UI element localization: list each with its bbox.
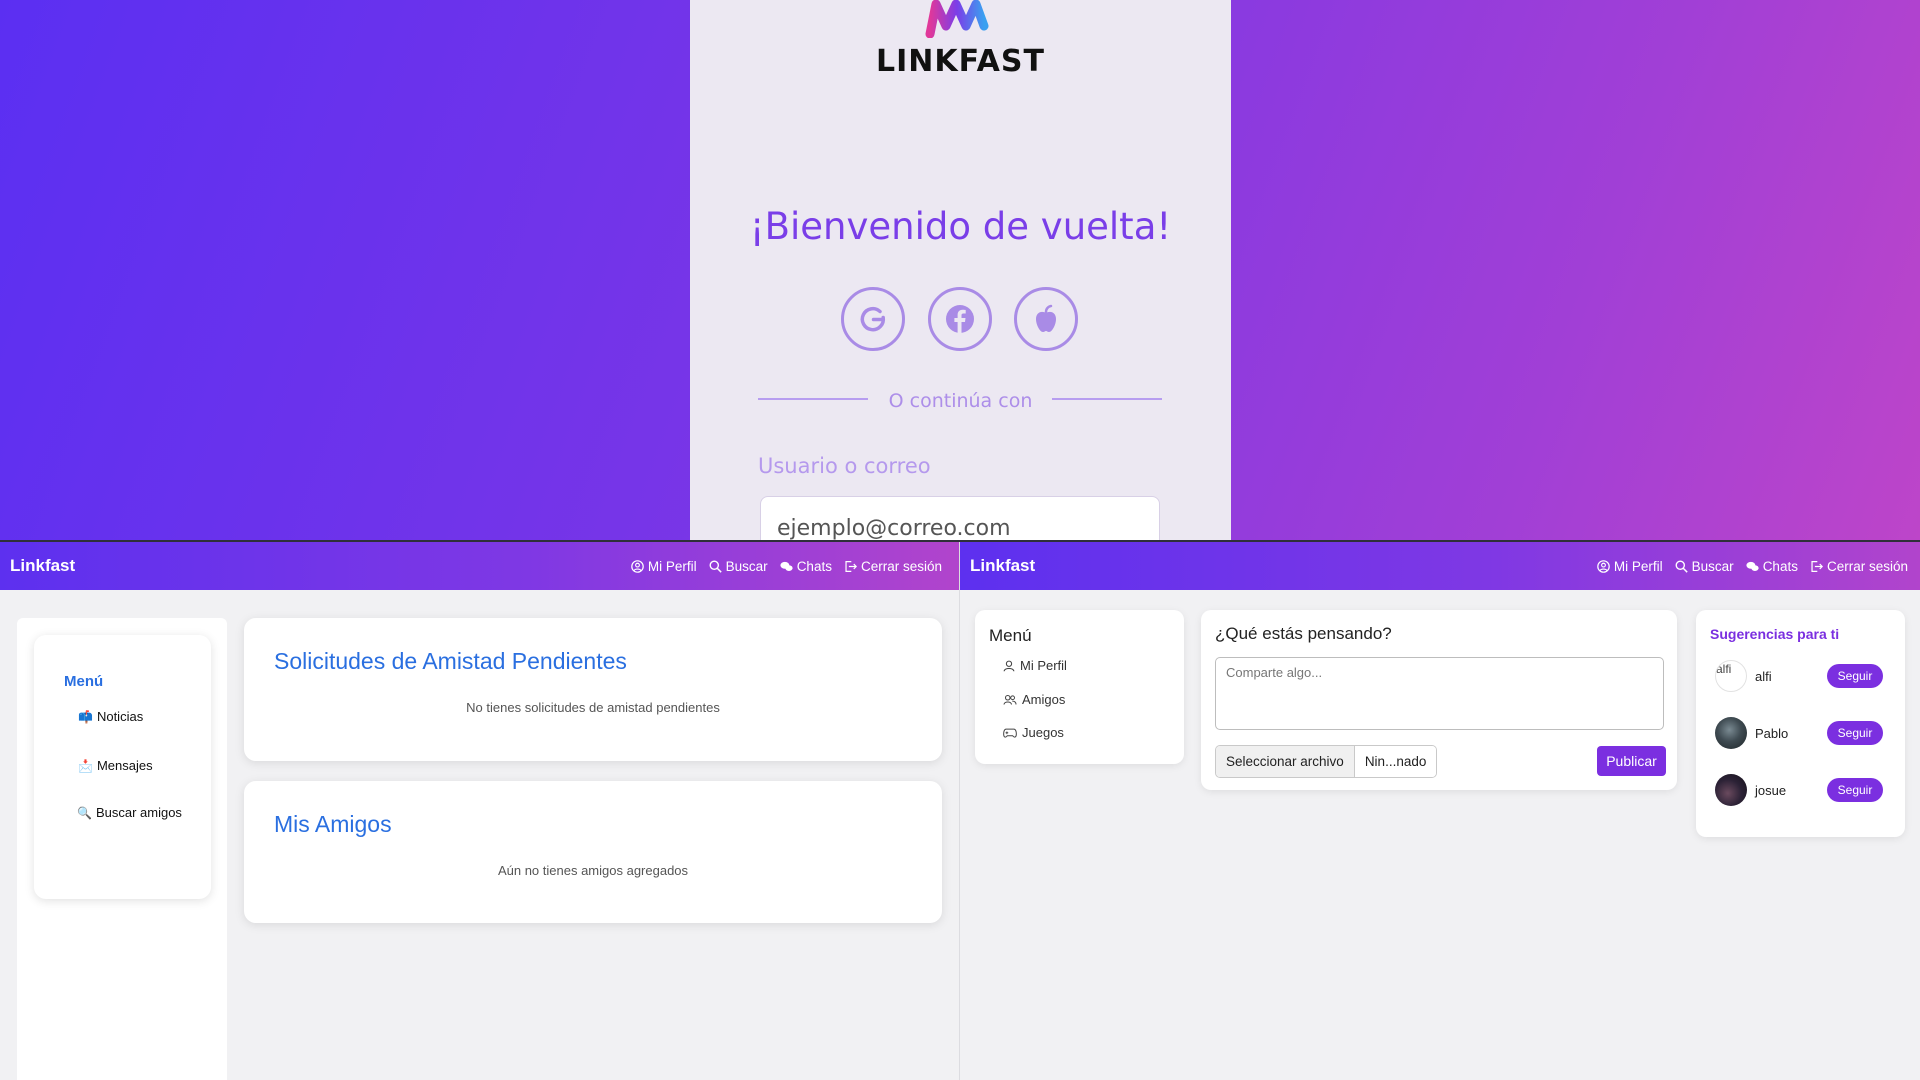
nav-chats-link[interactable]: Chats: [780, 559, 832, 574]
brand[interactable]: Linkfast: [0, 556, 75, 576]
google-login-button[interactable]: [841, 287, 905, 351]
avatar: [1715, 774, 1747, 806]
logout-icon: [1811, 560, 1823, 572]
nav-search-label: Buscar: [725, 558, 768, 574]
nav-logout-link[interactable]: Cerrar sesión: [844, 559, 942, 574]
my-friends-title: Mis Amigos: [274, 811, 392, 837]
post-textarea[interactable]: [1215, 657, 1664, 730]
brand[interactable]: Linkfast: [960, 556, 1035, 576]
menu-title: Menú: [989, 626, 1032, 645]
facebook-icon: [946, 305, 974, 333]
navbar-feed: Linkfast Mi Perfil Buscar Chats Cerrar s…: [960, 542, 1920, 590]
suggestions-card: Sugerencias para ti alfi alfi Seguir Pab…: [1696, 610, 1905, 837]
sidebar-item-label: Buscar amigos: [95, 805, 182, 820]
apple-icon: [1036, 304, 1056, 332]
username-input[interactable]: [760, 496, 1160, 540]
avatar-broken-image: alfi: [1715, 660, 1747, 692]
search-icon: [1675, 560, 1688, 573]
feed-page: Menú Mi Perfil Amigos Juegos ¿Qué estás …: [960, 590, 1920, 1080]
nav-logout-label: Cerrar sesión: [1826, 558, 1908, 574]
apple-login-button[interactable]: [1014, 287, 1078, 351]
envelope-icon: 📩: [78, 759, 93, 773]
facebook-login-button[interactable]: [928, 287, 992, 351]
chat-bubbles-icon: [1746, 561, 1759, 571]
file-name-label: Nin...nado: [1354, 746, 1437, 777]
navbar-friends: Linkfast Mi Perfil Buscar Chats Cerrar s…: [0, 542, 960, 590]
follow-button[interactable]: Seguir: [1827, 721, 1883, 745]
create-post-card: ¿Qué estás pensando? Seleccionar archivo…: [1201, 610, 1677, 790]
logo-text: LINKFAST: [876, 44, 1045, 79]
menu-item-label: Amigos: [1022, 692, 1066, 707]
friend-requests-title: Solicitudes de Amistad Pendientes: [274, 648, 627, 674]
friends-page: Menú 📫 Noticias 📩 Mensajes 🔍 Buscar amigos …: [0, 590, 960, 1080]
search-icon: [709, 560, 722, 573]
my-friends-empty: Aún no tienes amigos agregados: [497, 863, 689, 878]
user-icon: [1003, 660, 1015, 671]
users-icon: [1003, 694, 1017, 705]
divider-text: O continúa con: [888, 390, 1033, 412]
logo: LINKFAST: [690, 0, 1231, 80]
nav-profile-link[interactable]: Mi Perfil: [1597, 559, 1663, 574]
file-picker[interactable]: Seleccionar archivo Nin...nado: [1215, 745, 1438, 778]
menu-item-profile[interactable]: Mi Perfil: [1003, 658, 1067, 673]
avatar: [1715, 717, 1747, 749]
divider-line-right: [1052, 398, 1162, 400]
publish-button[interactable]: Publicar: [1597, 746, 1666, 776]
suggestion-name: alfi: [1755, 669, 1772, 684]
friend-requests-panel: Solicitudes de Amistad Pendientes No tie…: [244, 618, 942, 761]
menu-item-friends[interactable]: Amigos: [1003, 692, 1065, 707]
nav-chats-label: Chats: [796, 558, 832, 574]
welcome-heading: ¡Bienvenido de vuelta!: [749, 205, 1172, 248]
nav-profile-label: Mi Perfil: [1613, 558, 1663, 574]
sidebar-menu: Menú 📫 Noticias 📩 Mensajes 🔍 Buscar amigos: [34, 635, 211, 899]
login-screen: LINKFAST ¡Bienvenido de vuelta! O contin…: [0, 0, 1920, 540]
follow-button[interactable]: Seguir: [1827, 664, 1883, 688]
username-label: Usuario o correo: [758, 454, 931, 478]
logout-icon: [845, 560, 857, 572]
nav-logout-link[interactable]: Cerrar sesión: [1810, 559, 1908, 574]
gamepad-icon: [1003, 728, 1017, 738]
menu-item-label: Juegos: [1022, 725, 1064, 740]
login-card: LINKFAST ¡Bienvenido de vuelta! O contin…: [690, 0, 1231, 540]
sidebar-item-buscar-amigos[interactable]: 🔍 Buscar amigos: [77, 803, 187, 823]
nav-chats-label: Chats: [1762, 558, 1798, 574]
follow-button[interactable]: Seguir: [1827, 778, 1883, 802]
suggestion-name: josue: [1755, 783, 1787, 798]
suggestions-title: Sugerencias para ti: [1710, 626, 1840, 642]
sidebar-item-noticias[interactable]: 📫 Noticias: [78, 707, 188, 727]
sidebar-item-label: Noticias: [96, 709, 144, 724]
suggestion-row: alfi alfi Seguir: [1715, 660, 1895, 694]
mailbox-icon: 📫: [78, 710, 93, 724]
feed-menu: Menú Mi Perfil Amigos Juegos: [975, 610, 1184, 764]
user-circle-icon: [631, 559, 644, 573]
sidebar-item-mensajes[interactable]: 📩 Mensajes: [78, 756, 188, 776]
friend-requests-empty: No tienes solicitudes de amistad pendien…: [466, 700, 720, 715]
avatar-alt-text: alfi: [1716, 662, 1732, 676]
nav-logout-label: Cerrar sesión: [860, 558, 942, 574]
linkfast-logo-icon: [925, 0, 989, 38]
menu-title: Menú: [64, 673, 104, 690]
my-friends-panel: Mis Amigos Aún no tienes amigos agregado…: [244, 781, 942, 923]
nav-search-label: Buscar: [1691, 558, 1734, 574]
nav-profile-label: Mi Perfil: [647, 558, 697, 574]
nav-search-link[interactable]: Buscar: [709, 559, 768, 574]
suggestion-row: Pablo Seguir: [1715, 717, 1895, 751]
post-prompt: ¿Qué estás pensando?: [1215, 624, 1392, 643]
chat-bubbles-icon: [780, 561, 793, 571]
nav-profile-link[interactable]: Mi Perfil: [631, 559, 697, 574]
magnifier-icon: 🔍: [77, 806, 92, 820]
menu-item-games[interactable]: Juegos: [1003, 725, 1064, 740]
nav-search-link[interactable]: Buscar: [1675, 559, 1734, 574]
sidebar-item-label: Mensajes: [96, 758, 153, 773]
nav-chats-link[interactable]: Chats: [1746, 559, 1798, 574]
menu-item-label: Mi Perfil: [1020, 658, 1067, 673]
suggestion-name: Pablo: [1755, 726, 1789, 741]
suggestion-row: josue Seguir: [1715, 774, 1895, 808]
user-circle-icon: [1597, 559, 1610, 573]
file-select-button[interactable]: Seleccionar archivo: [1216, 746, 1355, 777]
google-icon: [860, 306, 886, 332]
